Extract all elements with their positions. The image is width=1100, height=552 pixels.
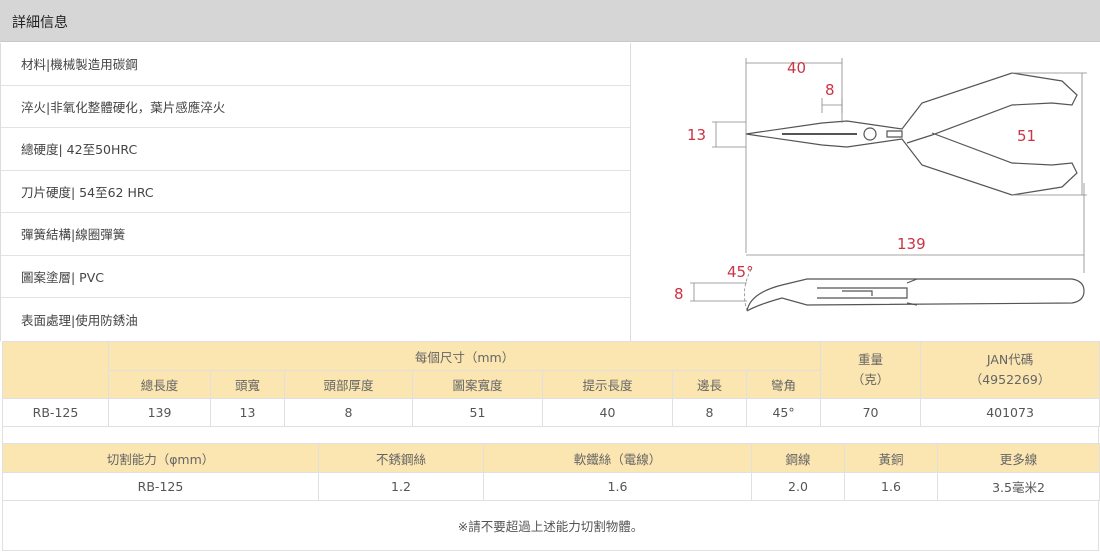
spec-list: 材料|機械製造用碳鋼 淬火|非氧化整體硬化，葉片感應淬火 總硬度| 42至50H…	[0, 43, 631, 341]
col-head-thickness: 頭部厚度	[284, 370, 413, 399]
cell-jan: 401073	[920, 398, 1100, 427]
col-cutting-capacity: 切割能力（φmm）	[2, 443, 319, 473]
side-outline	[746, 278, 1085, 312]
spec-row-material: 材料|機械製造用碳鋼	[1, 43, 630, 86]
spec-row-blade-hardness: 刀片硬度| 54至62 HRC	[1, 171, 630, 213]
dim-label-8-side: 8	[674, 285, 684, 303]
section-title: 詳細信息	[12, 15, 68, 31]
pivot	[863, 127, 877, 141]
col-head-width: 頭寬	[210, 370, 285, 399]
cell-pattern-width: 51	[412, 398, 543, 427]
cell-model: RB-125	[2, 472, 319, 501]
cutting-capacity-table: 切割能力（φmm） 不銹鋼絲 軟鐵絲（電線） 鋼線 黃銅 更多線 RB-125 …	[2, 443, 1100, 501]
dim-8	[821, 98, 843, 113]
dim-13	[712, 121, 746, 148]
table-row: RB-125 139 13 8 51 40 8 45° 70 401073	[2, 398, 1100, 427]
side-handle-join	[906, 278, 918, 306]
size-group-header: 每個尺寸（mm）	[107, 341, 822, 371]
cell-brass: 1.6	[844, 472, 938, 501]
col-brass: 黃銅	[844, 443, 938, 473]
col-more-wire: 更多線	[937, 443, 1100, 473]
cell-bend-angle: 45°	[745, 398, 822, 427]
col-stainless-wire: 不銹鋼絲	[318, 443, 484, 473]
col-tip-length: 提示長度	[542, 370, 673, 399]
jan-header: JAN代碼 （4952269）	[920, 341, 1100, 399]
col-pattern-width: 圖案寬度	[412, 370, 543, 399]
dim-label-51: 51	[1017, 127, 1036, 145]
col-soft-iron-wire: 軟鐵絲（電線）	[483, 443, 752, 473]
col-side-length: 邊長	[672, 370, 747, 399]
section-header: 詳細信息	[0, 0, 1100, 42]
pliers-drawing: 40 8 13 51 139 45° 8	[674, 58, 1087, 312]
side-joint	[817, 287, 908, 299]
dim-label-13: 13	[687, 126, 706, 144]
table-row: RB-125 1.2 1.6 2.0 1.6 3.5毫米2	[2, 472, 1100, 501]
cell-stainless: 1.2	[318, 472, 484, 501]
pliers-diagram: 40 8 13 51 139 45° 8	[632, 43, 1099, 341]
cell-model: RB-125	[2, 398, 109, 427]
dim-label-8: 8	[825, 81, 835, 99]
col-steel-wire: 鋼線	[751, 443, 845, 473]
weight-header: 重量 （克）	[820, 341, 922, 399]
side-joint-inner	[842, 290, 873, 296]
model-header-cell	[2, 341, 109, 399]
cell-total-length: 139	[108, 398, 211, 427]
dim-8-side	[690, 282, 747, 302]
col-bend-angle: 彎角	[745, 370, 822, 399]
dimensions-table: 每個尺寸（mm） 重量 （克） JAN代碼 （4952269） 總長度 頭寬 頭…	[2, 341, 1100, 427]
spring-box	[886, 130, 903, 138]
table-spacer	[2, 426, 1099, 443]
cell-more: 3.5毫米2	[937, 472, 1100, 501]
cell-steel: 2.0	[751, 472, 845, 501]
cell-head-width: 13	[210, 398, 285, 427]
dim-label-45: 45°	[727, 263, 754, 281]
col-total-length: 總長度	[108, 370, 211, 399]
spec-row-coating: 圖案塗層| PVC	[1, 256, 630, 298]
dim-139	[746, 183, 1085, 273]
cell-head-thickness: 8	[284, 398, 413, 427]
cell-soft-iron: 1.6	[483, 472, 752, 501]
dim-label-40: 40	[787, 59, 806, 77]
dim-label-139: 139	[897, 235, 926, 253]
spec-row-total-hardness: 總硬度| 42至50HRC	[1, 128, 630, 171]
spec-row-quenching: 淬火|非氧化整體硬化，葉片感應淬火	[1, 86, 630, 128]
cell-weight: 70	[820, 398, 922, 427]
spec-row-surface: 表面處理|使用防銹油	[21, 312, 138, 328]
cell-side-length: 8	[672, 398, 747, 427]
cell-tip-length: 40	[542, 398, 673, 427]
usage-note: ※請不要超過上述能力切割物體。	[2, 500, 1099, 551]
spec-row-spring: 彈簧結構|線圈彈簧	[1, 213, 630, 256]
